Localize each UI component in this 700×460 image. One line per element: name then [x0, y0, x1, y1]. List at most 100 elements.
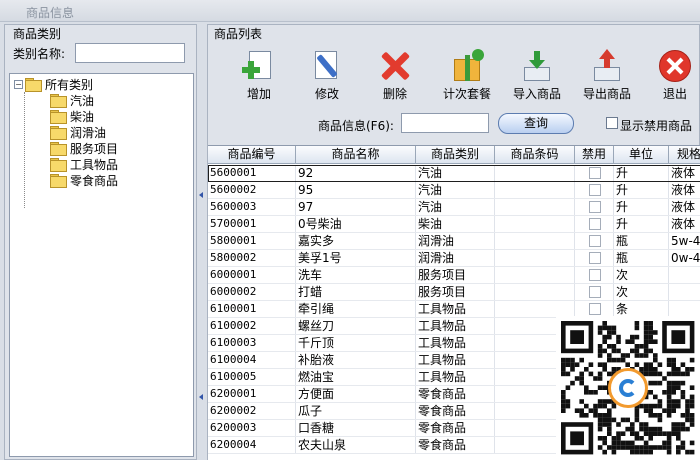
- table-row[interactable]: 5600001 92 汽油 升液体: [208, 165, 700, 182]
- edit-button[interactable]: 修改: [294, 45, 360, 103]
- panel-splitter[interactable]: [198, 24, 206, 460]
- col-header-barcode[interactable]: 商品条码: [495, 146, 575, 164]
- cell-barcode: [495, 199, 575, 215]
- collapse-icon[interactable]: −: [14, 79, 23, 89]
- show-disabled-label[interactable]: 显示禁用商品: [620, 117, 692, 134]
- tree-node-label: 柴油: [70, 109, 95, 124]
- table-row[interactable]: 5800002美孚1号润滑油 瓶0w-40: [208, 250, 700, 267]
- disabled-checkbox[interactable]: [589, 252, 601, 264]
- cell-category: 零食商品: [416, 386, 495, 402]
- cell-disabled[interactable]: [575, 216, 614, 232]
- cell-name: 0号柴油: [296, 216, 416, 232]
- folder-icon: [50, 126, 67, 140]
- tree-node-root[interactable]: − 所有类别: [14, 76, 93, 92]
- package-button[interactable]: 计次套餐: [434, 45, 500, 103]
- edit-doc-icon: [310, 49, 344, 83]
- add-doc-icon: [242, 49, 276, 83]
- table-row[interactable]: 5600003 97 汽油 升液体: [208, 199, 700, 216]
- tree-node-label: 所有类别: [45, 77, 94, 92]
- cell-category: 工具物品: [416, 335, 495, 351]
- filter-bar: 商品信息(F6): 查询 显示禁用商品: [208, 109, 700, 139]
- tree-node-label: 汽油: [70, 93, 95, 108]
- folder-icon: [50, 94, 67, 108]
- import-button[interactable]: 导入商品: [504, 45, 570, 103]
- disabled-checkbox[interactable]: [589, 184, 601, 196]
- cell-name: 95: [296, 182, 416, 198]
- col-header-category[interactable]: 商品类别: [416, 146, 495, 164]
- cell-code: 6100001: [208, 301, 296, 317]
- disabled-checkbox[interactable]: [589, 167, 601, 179]
- col-header-name[interactable]: 商品名称: [296, 146, 416, 164]
- tree-node-tools[interactable]: 工具物品: [50, 156, 118, 172]
- cell-barcode: [495, 250, 575, 266]
- col-header-unit[interactable]: 单位: [614, 146, 669, 164]
- toolbar: 增加 修改 删除 计次套餐 导入商品 导出商品 退出: [208, 41, 700, 101]
- cell-disabled[interactable]: [575, 199, 614, 215]
- exit-icon: [658, 49, 692, 83]
- delete-button-label: 删除: [382, 87, 407, 101]
- category-name-input[interactable]: [75, 43, 185, 63]
- table-row[interactable]: 5600002 95 汽油 升液体: [208, 182, 700, 199]
- col-header-disabled[interactable]: 禁用: [575, 146, 614, 164]
- disabled-checkbox[interactable]: [589, 286, 601, 298]
- tree-node-lubricant[interactable]: 润滑油: [50, 124, 106, 140]
- disabled-checkbox[interactable]: [589, 269, 601, 281]
- category-tree[interactable]: − 所有类别 汽油 柴油 润滑油 服务项目 工具物品 零食商品: [9, 73, 194, 457]
- exit-button[interactable]: 退出: [642, 45, 700, 103]
- col-header-spec[interactable]: 规格: [669, 146, 700, 164]
- cell-disabled[interactable]: [575, 233, 614, 249]
- cell-disabled[interactable]: [575, 182, 614, 198]
- disabled-checkbox[interactable]: [589, 303, 601, 315]
- collapse-left-arrow-icon[interactable]: [199, 394, 203, 400]
- folder-icon: [25, 78, 42, 92]
- tree-node-gasoline[interactable]: 汽油: [50, 92, 94, 108]
- query-button[interactable]: 查询: [498, 113, 574, 134]
- cell-unit: 条: [614, 301, 669, 317]
- disabled-checkbox[interactable]: [589, 235, 601, 247]
- cell-name: 牵引绳: [296, 301, 416, 317]
- cell-disabled[interactable]: [575, 267, 614, 283]
- cell-disabled[interactable]: [575, 284, 614, 300]
- category-panel: 商品类别 类别名称: − 所有类别 汽油 柴油 润滑油 服务项目 工具物品 零食…: [4, 24, 197, 460]
- tree-connector-line: [24, 92, 25, 208]
- tree-node-label: 工具物品: [70, 157, 119, 172]
- collapse-left-arrow-icon[interactable]: [199, 192, 203, 198]
- category-panel-title: 商品类别: [13, 27, 62, 41]
- tree-node-services[interactable]: 服务项目: [50, 140, 118, 156]
- cell-barcode: [495, 301, 575, 317]
- add-button[interactable]: 增加: [226, 45, 292, 103]
- cell-code: 6200003: [208, 420, 296, 436]
- cell-disabled[interactable]: [575, 250, 614, 266]
- cell-category: 柴油: [416, 216, 495, 232]
- tree-node-snacks[interactable]: 零食商品: [50, 172, 118, 188]
- disabled-checkbox[interactable]: [589, 201, 601, 213]
- export-button[interactable]: 导出商品: [574, 45, 640, 103]
- cell-disabled[interactable]: [575, 301, 614, 317]
- cell-disabled[interactable]: [575, 165, 614, 181]
- cell-spec: 液体: [669, 216, 700, 232]
- cell-category: 汽油: [416, 199, 495, 215]
- cell-unit: 升: [614, 216, 669, 232]
- exit-button-label: 退出: [662, 87, 687, 101]
- table-row[interactable]: 5800001嘉实多润滑油 瓶5w-40: [208, 233, 700, 250]
- cell-unit: 瓶: [614, 250, 669, 266]
- table-row[interactable]: 5700001 0号柴油 柴油 升液体: [208, 216, 700, 233]
- cell-code: 5700001: [208, 216, 296, 232]
- cell-code: 6200004: [208, 437, 296, 453]
- tree-node-label: 零食商品: [70, 173, 119, 188]
- cell-category: 服务项目: [416, 267, 495, 283]
- cell-category: 零食商品: [416, 437, 495, 453]
- cell-unit: 升: [614, 199, 669, 215]
- cell-code: 6100002: [208, 318, 296, 334]
- delete-button[interactable]: 删除: [362, 45, 428, 103]
- cell-spec: 液体: [669, 165, 700, 181]
- disabled-checkbox[interactable]: [589, 218, 601, 230]
- window-titlebar: 商品信息: [0, 0, 700, 22]
- table-row[interactable]: 6000001 洗车 服务项目 次: [208, 267, 700, 284]
- table-row[interactable]: 6000002 打蜡 服务项目 次: [208, 284, 700, 301]
- show-disabled-checkbox[interactable]: [606, 117, 618, 129]
- tree-node-diesel[interactable]: 柴油: [50, 108, 94, 124]
- product-info-input[interactable]: [401, 113, 489, 133]
- cell-code: 6100004: [208, 352, 296, 368]
- col-header-code[interactable]: 商品编号: [208, 146, 296, 164]
